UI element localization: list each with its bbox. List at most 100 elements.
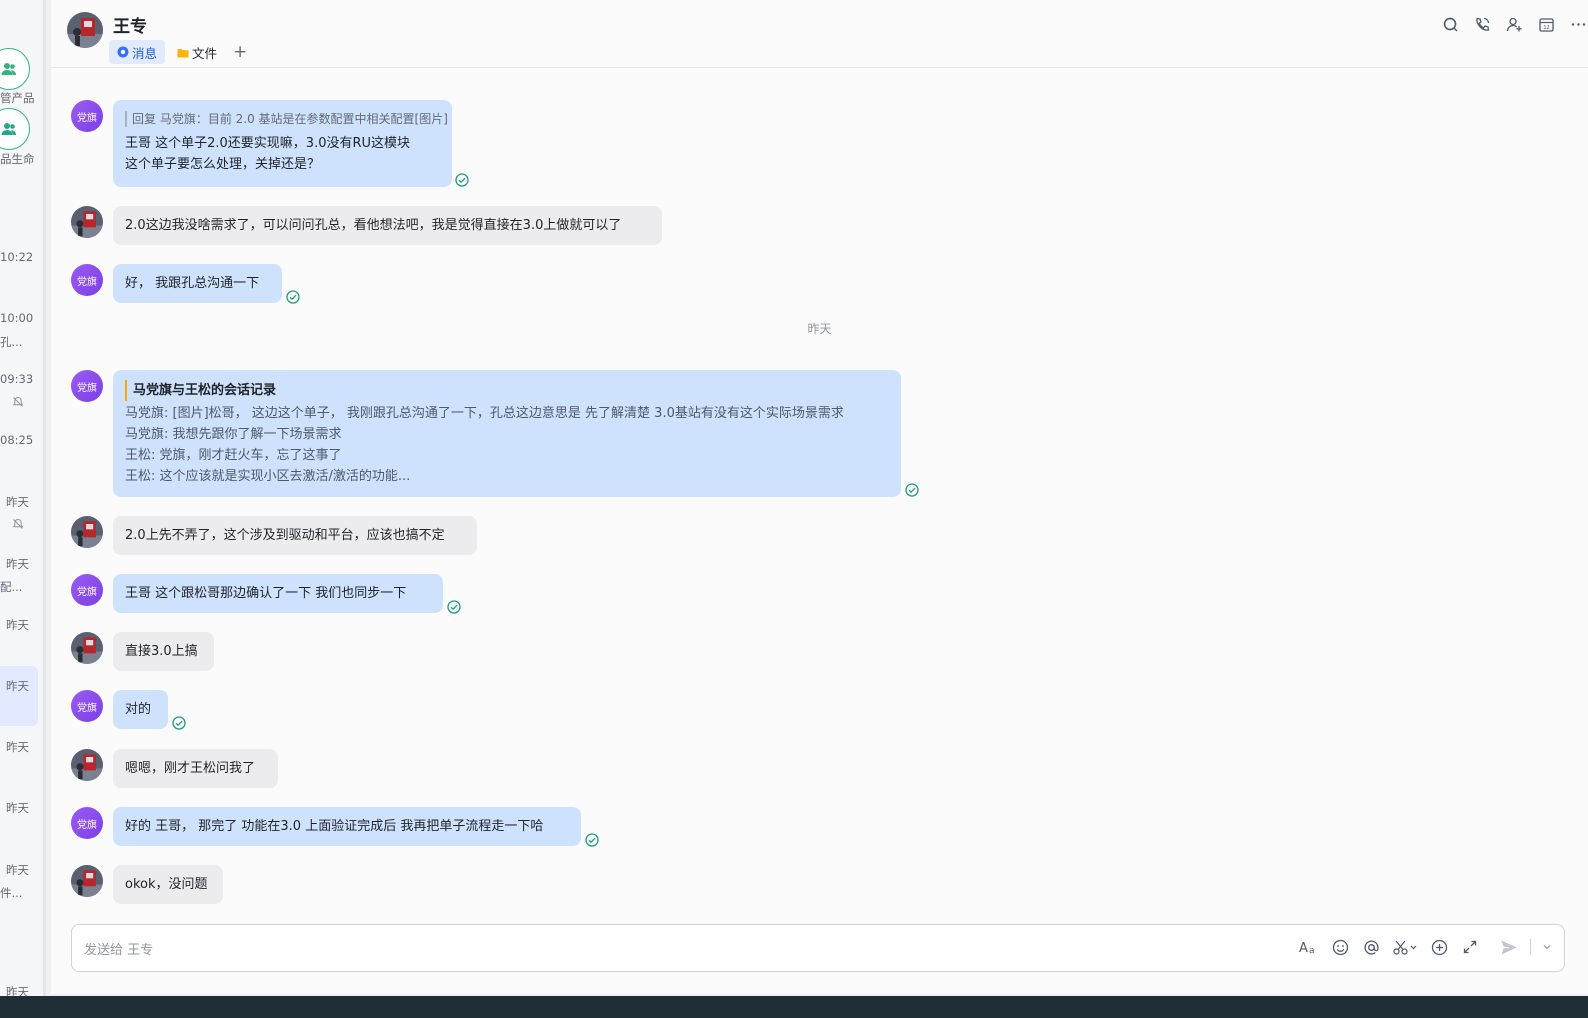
card-line: 王松: 这个应该就是实现小区去激活/激活的功能... bbox=[125, 469, 411, 484]
message-text: 王哥 这个单子2.0还要实现嘛，3.0没有RU这模块 bbox=[125, 136, 411, 151]
list-item-time: 昨天 bbox=[6, 557, 29, 571]
message-bubble[interactable]: 对的 bbox=[113, 690, 168, 729]
tab-files-label: 文件 bbox=[192, 45, 218, 61]
message-bubble[interactable]: 好的 王哥， 那完了 功能在3.0 上面验证完成后 我再把单子流程走一下哈 bbox=[113, 807, 581, 846]
message-bubble[interactable]: 直接3.0上搞 bbox=[113, 632, 214, 671]
expand-icon[interactable] bbox=[1460, 937, 1480, 957]
message-text: 2.0上先不弄了，这个涉及到驱动和平台，应该也搞不定 bbox=[125, 528, 445, 543]
read-check-icon bbox=[455, 173, 469, 187]
message-text: 王哥 这个跟松哥那边确认了一下 我们也同步一下 bbox=[125, 586, 407, 601]
list-item-time: 09:33 bbox=[0, 372, 34, 386]
list-item-preview: 配... bbox=[0, 580, 23, 594]
message-bubble-icon bbox=[117, 46, 129, 58]
list-item-preview: 件... bbox=[0, 886, 23, 900]
chat-header: 王专 消息 文件 + 12 bbox=[51, 0, 1588, 68]
emoji-icon[interactable] bbox=[1330, 937, 1350, 957]
text-format-icon[interactable]: Aa bbox=[1299, 937, 1319, 957]
input-toolbar: Aa bbox=[1299, 937, 1552, 957]
search-chat-icon[interactable] bbox=[1440, 14, 1460, 34]
list-item-time: 10:00 bbox=[0, 311, 34, 325]
list-item-time: 昨天 bbox=[6, 863, 29, 877]
photo-avatar-icon bbox=[71, 206, 103, 238]
message-bubble[interactable]: 2.0上先不弄了，这个涉及到驱动和平台，应该也搞不定 bbox=[113, 516, 477, 555]
read-check-icon bbox=[172, 716, 186, 730]
self-avatar[interactable]: 党旗 bbox=[71, 574, 103, 606]
message-bubble[interactable]: 嗯嗯，刚才王松问我了 bbox=[113, 749, 278, 788]
photo-avatar-icon bbox=[71, 516, 103, 548]
call-icon[interactable] bbox=[1472, 14, 1492, 34]
contact-avatar[interactable] bbox=[71, 516, 103, 548]
chat-record-card[interactable]: 马党旗与王松的会话记录 马党旗: [图片]松哥， 这边这个单子， 我刚跟孔总沟通… bbox=[113, 370, 901, 497]
card-line: 马党旗: [图片]松哥， 这边这个单子， 我刚跟孔总沟通了一下，孔总这边意思是 … bbox=[125, 406, 844, 421]
mention-icon[interactable] bbox=[1361, 937, 1381, 957]
plus-circle-icon[interactable] bbox=[1429, 937, 1449, 957]
list-item-time: 10:22 bbox=[0, 250, 34, 264]
read-check-icon bbox=[447, 600, 461, 614]
read-check-icon bbox=[286, 290, 300, 304]
svg-text:A: A bbox=[1299, 941, 1308, 955]
list-item-time: 昨天 bbox=[6, 801, 29, 815]
message-text: 直接3.0上搞 bbox=[125, 644, 198, 659]
conversation-list: 管产品 品生命 10:22 10:00 孔... 09:33 08:25 昨天 … bbox=[0, 0, 46, 1018]
photo-avatar-icon bbox=[71, 865, 103, 897]
self-avatar[interactable]: 党旗 bbox=[71, 100, 103, 132]
taskbar-strip bbox=[0, 996, 1588, 1018]
message-input[interactable]: 发送给 王专 Aa bbox=[71, 924, 1565, 972]
reply-quote[interactable]: 回复 马党旗：目前 2.0 基站是在参数配置中相关配置[图片] bbox=[125, 111, 448, 127]
self-avatar[interactable]: 党旗 bbox=[71, 807, 103, 839]
read-check-icon bbox=[585, 833, 599, 847]
list-item-name[interactable]: 管产品 bbox=[0, 90, 35, 106]
contact-avatar[interactable] bbox=[71, 865, 103, 897]
message-text: 对的 bbox=[125, 702, 152, 717]
contact-name: 王专 bbox=[113, 17, 147, 37]
list-item-preview: 孔... bbox=[0, 335, 23, 349]
message-text: okok，没问题 bbox=[125, 877, 208, 892]
contact-avatar[interactable] bbox=[71, 632, 103, 664]
self-avatar[interactable]: 党旗 bbox=[71, 370, 103, 402]
message-bubble[interactable]: 2.0这边我没啥需求了，可以问问孔总，看他想法吧，我是觉得直接在3.0上做就可以… bbox=[113, 206, 662, 245]
chat-panel: 王专 消息 文件 + 12 党旗 回复 马党旗：目前 2.0 基站是在参数配置中… bbox=[51, 0, 1588, 994]
mute-bell-icon bbox=[12, 518, 24, 529]
selected-conversation[interactable] bbox=[0, 666, 38, 726]
screenshot-icon[interactable] bbox=[1392, 937, 1418, 957]
tab-messages-label: 消息 bbox=[132, 45, 158, 61]
card-line: 马党旗: 我想先跟你了解一下场景需求 bbox=[125, 427, 342, 442]
calendar-icon[interactable]: 12 bbox=[1536, 14, 1556, 34]
self-avatar[interactable]: 党旗 bbox=[71, 690, 103, 722]
contact-avatar[interactable] bbox=[71, 206, 103, 238]
send-options-chevron-icon[interactable] bbox=[1542, 937, 1552, 957]
card-title: 马党旗与王松的会话记录 bbox=[125, 380, 889, 401]
folder-icon bbox=[177, 48, 189, 57]
list-item-time: 昨天 bbox=[6, 495, 29, 509]
tab-files[interactable]: 文件 bbox=[169, 40, 225, 64]
contact-avatar[interactable] bbox=[71, 749, 103, 781]
add-member-icon[interactable] bbox=[1504, 14, 1524, 34]
group-avatar[interactable] bbox=[0, 48, 30, 90]
tab-messages[interactable]: 消息 bbox=[109, 40, 166, 64]
date-separator: 昨天 bbox=[807, 322, 832, 336]
send-icon[interactable] bbox=[1499, 937, 1519, 957]
list-item-name[interactable]: 品生命 bbox=[0, 151, 35, 167]
list-item-time: 昨天 bbox=[6, 740, 29, 754]
contact-avatar[interactable] bbox=[67, 12, 103, 48]
self-avatar[interactable]: 党旗 bbox=[71, 264, 103, 296]
photo-avatar-icon bbox=[71, 632, 103, 664]
mute-bell-icon bbox=[12, 396, 24, 407]
message-bubble[interactable]: 好， 我跟孔总沟通一下 bbox=[113, 264, 282, 303]
list-item-time: 昨天 bbox=[6, 618, 29, 632]
message-bubble[interactable]: okok，没问题 bbox=[113, 865, 223, 904]
list-item-time: 昨天 bbox=[6, 679, 29, 693]
read-check-icon bbox=[905, 483, 919, 497]
message-bubble[interactable]: 回复 马党旗：目前 2.0 基站是在参数配置中相关配置[图片] 王哥 这个单子2… bbox=[113, 100, 452, 187]
message-bubble[interactable]: 王哥 这个跟松哥那边确认了一下 我们也同步一下 bbox=[113, 574, 443, 613]
group-avatar[interactable] bbox=[0, 108, 30, 150]
message-text: 好， 我跟孔总沟通一下 bbox=[125, 276, 260, 291]
group-icon bbox=[1, 123, 16, 135]
card-line: 王松: 党旗，刚才赶火车，忘了这事了 bbox=[125, 448, 342, 463]
svg-text:a: a bbox=[1309, 946, 1315, 955]
add-tab-button[interactable]: + bbox=[229, 40, 251, 64]
more-icon[interactable] bbox=[1568, 14, 1588, 34]
message-text: 这个单子要怎么处理，关掉还是？ bbox=[125, 157, 321, 172]
message-text: 好的 王哥， 那完了 功能在3.0 上面验证完成后 我再把单子流程走一下哈 bbox=[125, 819, 544, 834]
group-icon bbox=[1, 63, 16, 75]
